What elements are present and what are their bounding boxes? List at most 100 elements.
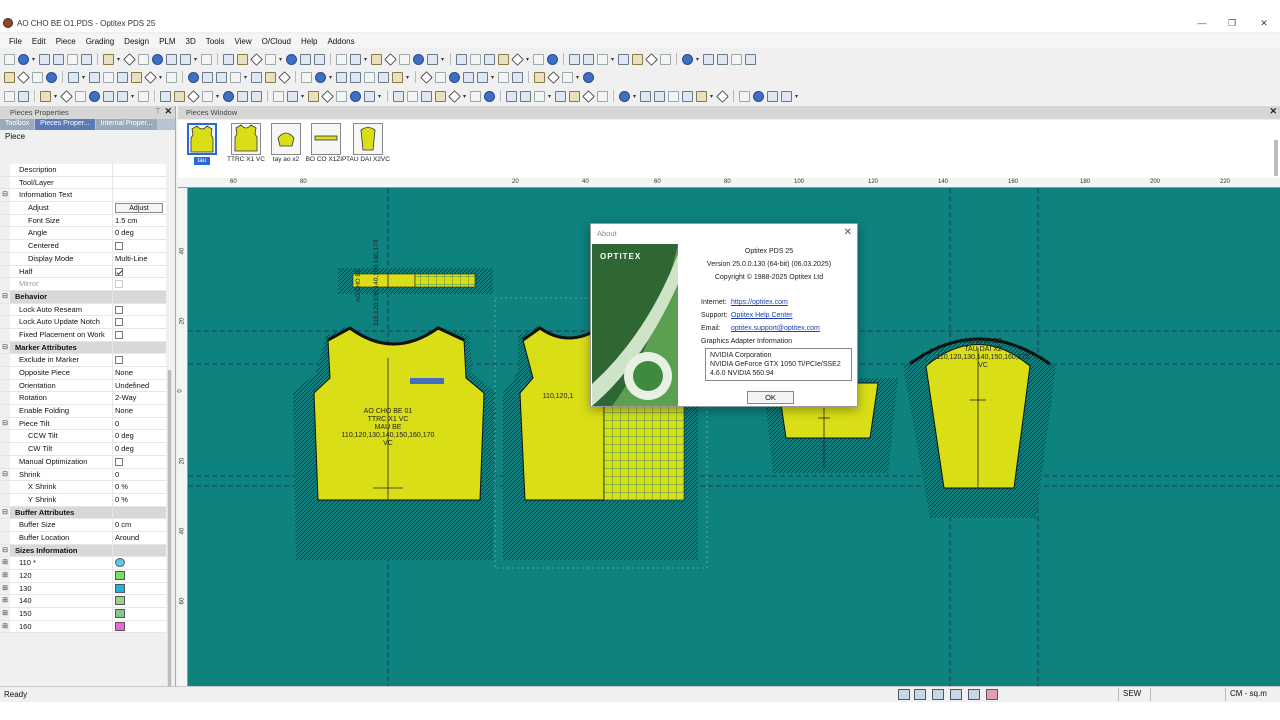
piece-thumbnail-image[interactable]: [311, 123, 341, 155]
property-row[interactable]: Display Mode Multi-Line: [0, 252, 166, 266]
property-value[interactable]: 0 %: [113, 494, 166, 506]
toolbar-tool-icon[interactable]: [301, 71, 312, 83]
toolbar-tool-icon[interactable]: [103, 53, 114, 65]
tab-pieces-properties[interactable]: Pieces Proper...: [35, 119, 95, 130]
toolbar-tool-icon[interactable]: [60, 89, 73, 103]
piece-thumbnail-image[interactable]: [271, 123, 301, 155]
toolbar-tool-icon[interactable]: [463, 71, 474, 83]
toolbar-tool-icon[interactable]: [166, 53, 177, 65]
property-row[interactable]: ⊟ Buffer Attributes: [0, 506, 166, 520]
about-email-link[interactable]: optitex.support@optitex.com: [731, 325, 820, 332]
front-piece[interactable]: [293, 326, 496, 560]
toolbar-dropdown-caret[interactable]: ▾: [611, 56, 615, 63]
toolbar-tool-icon[interactable]: [660, 53, 671, 65]
toolbar-tool-icon[interactable]: [484, 90, 495, 102]
menu-addons[interactable]: Addons: [322, 37, 359, 46]
property-row[interactable]: Tool/Layer: [0, 176, 166, 190]
property-value[interactable]: Undefined: [113, 380, 166, 392]
toolbar-tool-icon[interactable]: [449, 71, 460, 83]
property-checkbox[interactable]: [115, 242, 123, 251]
toolbar-tool-icon[interactable]: [287, 90, 298, 102]
maximize-button[interactable]: ❐: [1222, 16, 1242, 30]
snap-tool-icon[interactable]: [898, 689, 910, 700]
toolbar-tool-icon[interactable]: [484, 53, 495, 65]
toolbar-tool-icon[interactable]: [223, 90, 234, 102]
toolbar-tool-icon[interactable]: [520, 90, 531, 102]
toolbar-tool-icon[interactable]: [399, 53, 410, 65]
toolbar-tool-icon[interactable]: [265, 53, 276, 65]
toolbar-tool-icon[interactable]: [420, 70, 433, 84]
toolbar-dropdown-caret[interactable]: ▾: [378, 93, 382, 100]
property-row[interactable]: CW Tilt 0 deg: [0, 443, 166, 456]
toolbar-tool-icon[interactable]: [506, 90, 517, 102]
toolbar-tool-icon[interactable]: [4, 71, 15, 83]
property-value[interactable]: 1.5 cm: [113, 215, 166, 227]
property-row[interactable]: ⊟ Sizes Information: [0, 544, 166, 558]
toolbar-tool-icon[interactable]: [336, 53, 347, 65]
property-value[interactable]: None: [113, 405, 166, 417]
property-row[interactable]: ⊞ 140: [0, 595, 166, 609]
expand-toggle-icon[interactable]: ⊞: [0, 557, 10, 569]
size-color-swatch[interactable]: [115, 571, 125, 580]
close-button[interactable]: ✕: [1254, 16, 1274, 30]
toolbar-tool-icon[interactable]: [18, 90, 29, 102]
toolbar-tool-icon[interactable]: [89, 71, 100, 83]
panel-close-button[interactable]: ✕: [164, 106, 172, 117]
property-row[interactable]: ⊟ Shrink 0: [0, 468, 166, 482]
property-value[interactable]: [113, 608, 166, 620]
toolbar-tool-icon[interactable]: [392, 71, 403, 83]
toolbar-tool-icon[interactable]: [46, 71, 57, 83]
property-row[interactable]: ⊟ Behavior: [0, 290, 166, 304]
toolbar-tool-icon[interactable]: [202, 90, 213, 102]
expand-toggle-icon[interactable]: ⊟: [0, 544, 10, 557]
toolbar-tool-icon[interactable]: [407, 90, 418, 102]
toolbar-tool-icon[interactable]: [336, 71, 347, 83]
property-row[interactable]: Buffer Location Around: [0, 531, 166, 545]
menu-3d[interactable]: 3D: [181, 37, 201, 46]
property-value[interactable]: [113, 329, 166, 341]
toolbar-dropdown-caret[interactable]: ▾: [82, 74, 86, 81]
property-value[interactable]: 0 deg: [113, 227, 166, 239]
toolbar-tool-icon[interactable]: [75, 90, 86, 102]
property-row[interactable]: Lock Auto Update Notch: [0, 316, 166, 329]
toolbar-tool-icon[interactable]: [67, 53, 78, 65]
piece-thumbnail-image[interactable]: [353, 123, 383, 155]
toolbar-dropdown-caret[interactable]: ▾: [633, 93, 637, 100]
menu-edit[interactable]: Edit: [27, 37, 51, 46]
property-row[interactable]: Font Size 1.5 cm: [0, 214, 166, 228]
toolbar-tool-icon[interactable]: [533, 53, 544, 65]
toolbar-dropdown-caret[interactable]: ▾: [54, 93, 58, 100]
toolbar-tool-icon[interactable]: [682, 53, 693, 65]
toolbar-tool-icon[interactable]: [569, 90, 580, 102]
piece-thumbnail[interactable]: tau: [180, 123, 224, 178]
toolbar-tool-icon[interactable]: [314, 53, 325, 65]
toolbar-tool-icon[interactable]: [152, 53, 163, 65]
expand-toggle-icon[interactable]: ⊟: [0, 417, 10, 430]
toolbar-tool-icon[interactable]: [32, 71, 43, 83]
toolbar-tool-icon[interactable]: [4, 53, 15, 65]
menu-o-cloud[interactable]: O/Cloud: [257, 37, 296, 46]
property-row[interactable]: ⊟ Information Text: [0, 189, 166, 203]
toolbar-tool-icon[interactable]: [187, 89, 200, 103]
piece-thumbnail-image[interactable]: [231, 123, 261, 155]
tab-internal-properties[interactable]: Internal Proper...: [95, 119, 158, 130]
toolbar-tool-icon[interactable]: [230, 71, 241, 83]
toolbar-dropdown-caret[interactable]: ▾: [329, 74, 333, 81]
toolbar-tool-icon[interactable]: [300, 53, 311, 65]
property-value[interactable]: Adjust: [113, 202, 166, 214]
property-checkbox[interactable]: [115, 318, 123, 327]
property-row[interactable]: Lock Auto Reseam: [0, 303, 166, 317]
toolbar-tool-icon[interactable]: [251, 71, 262, 83]
toolbar-tool-icon[interactable]: [18, 53, 29, 65]
toolbar-tool-icon[interactable]: [350, 53, 361, 65]
toolbar-tool-icon[interactable]: [597, 53, 608, 65]
about-close-button[interactable]: ✕: [844, 227, 852, 238]
menu-view[interactable]: View: [229, 37, 256, 46]
menu-tools[interactable]: Tools: [201, 37, 230, 46]
toolbar-dropdown-caret[interactable]: ▾: [117, 56, 121, 63]
property-value[interactable]: Multi-Line: [113, 253, 166, 265]
expand-toggle-icon[interactable]: ⊟: [0, 506, 10, 519]
toolbar-tool-icon[interactable]: [138, 53, 149, 65]
property-row[interactable]: X Shrink 0 %: [0, 481, 166, 494]
menu-design[interactable]: Design: [119, 37, 154, 46]
